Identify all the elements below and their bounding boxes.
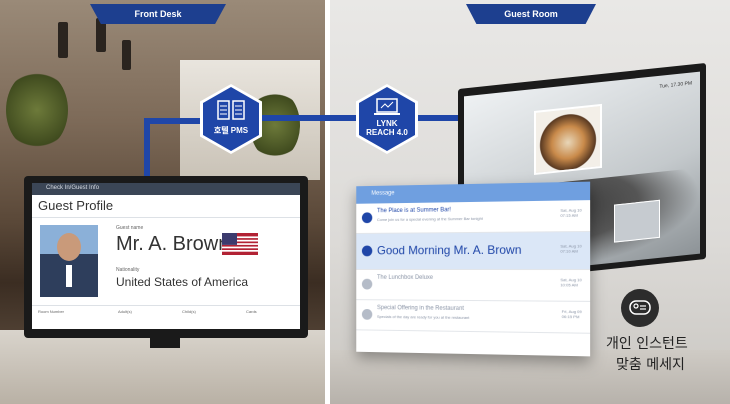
- connector-line: [144, 118, 204, 124]
- nationality-value: United States of America: [116, 275, 249, 289]
- message-date: Sat, Aug 10 10:05 AM: [560, 277, 581, 287]
- message-row[interactable]: The Place is at Summer Bar! Come join us…: [356, 200, 591, 234]
- flag-icon: [222, 233, 258, 255]
- message-dot: [361, 278, 373, 290]
- footer-col: Adult(s): [118, 309, 132, 314]
- footer-col: Child(s): [182, 309, 196, 314]
- ceiling-lamp: [58, 22, 68, 58]
- connector-line: [418, 115, 460, 121]
- footer-col: Room Number: [38, 309, 65, 314]
- guest-name: Mr. A. Brown: [116, 233, 230, 255]
- avatar: [40, 225, 98, 297]
- message-title: The Lunchbox Deluxe: [377, 274, 434, 281]
- message-dot: [361, 245, 373, 257]
- screen-header-text: Check In/Guest Info: [46, 185, 100, 191]
- message-title: Special Offering in the Restaurant: [377, 305, 465, 312]
- name-label: Guest name: [116, 225, 144, 231]
- caption-line-2: 맞춤 메세지: [616, 357, 685, 373]
- lynk-label-2: REACH 4.0: [366, 128, 408, 137]
- message-panel: Message The Place is at Summer Bar! Come…: [356, 181, 591, 357]
- tv-tile: [614, 199, 660, 243]
- connector-line: [262, 115, 358, 121]
- message-title: The Place is at Summer Bar!: [377, 207, 451, 215]
- chat-bubble-glyph: [629, 300, 651, 315]
- guest-profile-title: Guest Profile: [38, 198, 114, 213]
- message-date: Sat, Aug 10 07:15 AM: [560, 207, 581, 218]
- laptop-icon: [374, 98, 400, 115]
- message-date: Sat, Aug 10 07:10 AM: [560, 243, 581, 253]
- message-date-time: 07:15 AM: [560, 212, 578, 218]
- plant: [6, 70, 68, 150]
- message-date: Fri, Aug 09 06:15 PM: [562, 309, 582, 319]
- guest-room-tab: Guest Room: [466, 4, 596, 24]
- chat-bubble-icon: [621, 289, 659, 327]
- tv-corner-text: Tue, 17.30 PM: [659, 80, 692, 90]
- ceiling-lamp: [122, 40, 131, 70]
- connector-line: [144, 118, 150, 180]
- guest-profile-screen: Check In/Guest Info Guest Profile Guest …: [32, 183, 300, 329]
- message-date-time: 06:15 PM: [561, 313, 580, 320]
- message-date-time: 07:10 AM: [560, 248, 578, 254]
- message-dot: [361, 212, 373, 224]
- screen-header-bar: Check In/Guest Info: [32, 183, 300, 195]
- message-sub: Come join us for a special evening at th…: [377, 215, 483, 223]
- message-row[interactable]: The Lunchbox Deluxe Sat, Aug 10 10:05 AM: [356, 269, 591, 302]
- message-panel-title: Message: [371, 190, 395, 197]
- caption-line-1: 개인 인스턴트: [606, 336, 688, 352]
- pms-label: 호텔 PMS: [213, 126, 249, 135]
- server-icon: [217, 100, 245, 120]
- footer-divider: [32, 305, 300, 306]
- front-desk-tab: Front Desk: [90, 4, 226, 24]
- lynk-label-1: LYNK: [376, 119, 398, 128]
- message-dot: [361, 308, 373, 320]
- nationality-label: Nationality: [116, 267, 140, 273]
- message-row-highlighted[interactable]: Good Morning Mr. A. Brown Sat, Aug 10 07:…: [356, 231, 591, 271]
- food-photo: [534, 103, 602, 176]
- title-divider: [32, 217, 300, 218]
- message-title: Good Morning Mr. A. Brown: [377, 242, 522, 258]
- message-row[interactable]: Special Offering in the Restaurant Speci…: [356, 300, 591, 334]
- footer-col: Cards: [246, 309, 257, 314]
- monitor-stand: [150, 338, 180, 348]
- message-sub: Specials of the day are ready for you at…: [377, 313, 470, 320]
- message-date-time: 10:05 AM: [560, 282, 578, 288]
